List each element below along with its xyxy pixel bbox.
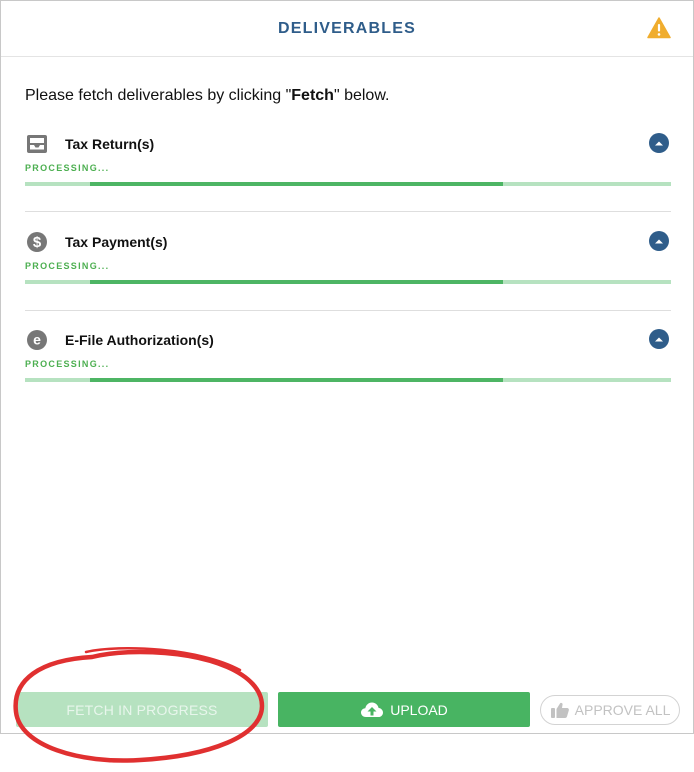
section-title: Tax Payment(s) xyxy=(65,234,168,250)
fetch-button-label: FETCH IN PROGRESS xyxy=(66,701,218,718)
chevron-up-icon xyxy=(655,141,663,146)
progress-fill xyxy=(89,280,504,284)
cloud-upload-icon xyxy=(361,702,384,717)
deliverables-panel: DELIVERABLES Please fetch deliverables b… xyxy=(0,0,694,734)
section-divider xyxy=(25,310,671,311)
progress-bar xyxy=(25,182,671,186)
intro-bold-fetch: Fetch xyxy=(291,87,334,104)
panel-header: DELIVERABLES xyxy=(1,1,693,57)
intro-prefix: Please fetch deliverables by clicking " xyxy=(25,87,292,104)
warning-triangle-icon[interactable] xyxy=(647,17,671,39)
progress-fill xyxy=(89,182,504,186)
status-label: PROCESSING... xyxy=(25,261,110,271)
section-header[interactable]: Tax Return(s) xyxy=(25,131,671,157)
collapse-button[interactable] xyxy=(649,329,669,349)
collapse-button[interactable] xyxy=(649,133,669,153)
section-efile-authorizations: e E-File Authorization(s) PROCESSING... xyxy=(25,327,671,382)
section-title: Tax Return(s) xyxy=(65,136,155,152)
svg-text:$: $ xyxy=(33,234,42,251)
section-header[interactable]: $ Tax Payment(s) xyxy=(25,229,671,255)
status-label: PROCESSING... xyxy=(25,359,110,369)
section-tax-returns: Tax Return(s) PROCESSING... xyxy=(25,131,671,186)
inbox-tray-icon xyxy=(26,133,48,155)
chevron-up-icon xyxy=(655,337,663,342)
progress-bar xyxy=(25,378,671,382)
intro-text: Please fetch deliverables by clicking "F… xyxy=(25,87,389,105)
progress-bar xyxy=(25,280,671,284)
section-title: E-File Authorization(s) xyxy=(65,332,214,348)
thumbs-up-icon xyxy=(550,702,569,718)
status-label: PROCESSING... xyxy=(25,163,110,173)
intro-suffix: " below. xyxy=(333,87,390,104)
section-header[interactable]: e E-File Authorization(s) xyxy=(25,327,671,353)
e-circle-icon: e xyxy=(26,329,48,351)
upload-button[interactable]: UPLOAD xyxy=(278,692,530,727)
panel-title: DELIVERABLES xyxy=(278,19,416,37)
fetch-button[interactable]: FETCH IN PROGRESS xyxy=(16,692,268,727)
section-tax-payments: $ Tax Payment(s) PROCESSING... xyxy=(25,229,671,284)
section-divider xyxy=(25,211,671,212)
progress-fill xyxy=(89,378,504,382)
chevron-up-icon xyxy=(655,239,663,244)
approve-all-button-label: APPROVE ALL xyxy=(574,702,671,718)
collapse-button[interactable] xyxy=(649,231,669,251)
dollar-circle-icon: $ xyxy=(26,231,48,253)
approve-all-button[interactable]: APPROVE ALL xyxy=(540,695,680,725)
upload-button-label: UPLOAD xyxy=(390,701,448,718)
svg-text:e: e xyxy=(33,332,41,348)
